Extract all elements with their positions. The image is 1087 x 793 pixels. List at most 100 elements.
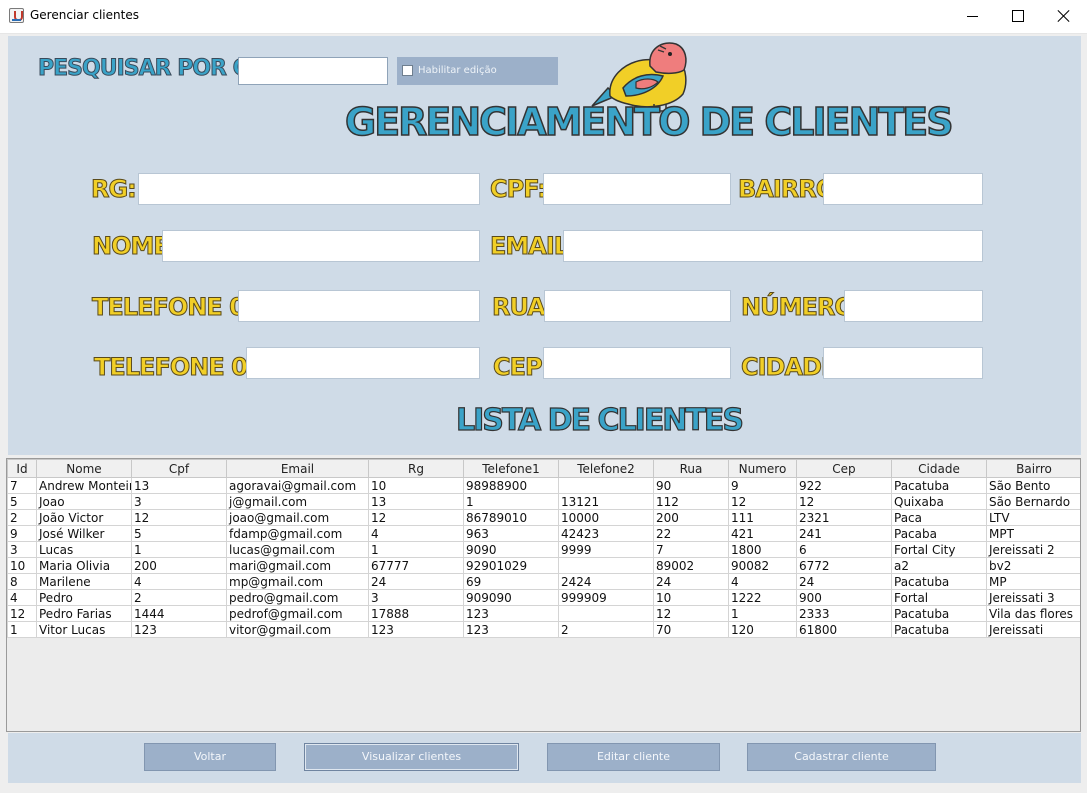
table-cell[interactable]: 123 bbox=[463, 605, 559, 622]
table-cell[interactable]: Pacatuba bbox=[891, 605, 987, 622]
table-cell[interactable]: 123 bbox=[131, 621, 227, 638]
table-cell[interactable]: 241 bbox=[796, 525, 892, 542]
table-cell[interactable]: 22 bbox=[653, 525, 729, 542]
table-cell[interactable]: 17888 bbox=[368, 605, 464, 622]
table-cell[interactable]: 9999 bbox=[558, 541, 654, 558]
table-cell[interactable]: 10 bbox=[653, 589, 729, 606]
table-cell[interactable]: Jereissati 2 bbox=[986, 541, 1080, 558]
column-header[interactable]: Cidade bbox=[891, 459, 987, 478]
table-cell[interactable]: 3 bbox=[7, 541, 37, 558]
table-cell[interactable]: 12 bbox=[7, 605, 37, 622]
table-cell[interactable]: 6 bbox=[796, 541, 892, 558]
table-cell[interactable]: 922 bbox=[796, 477, 892, 494]
table-cell[interactable]: Vila das flores bbox=[986, 605, 1080, 622]
table-cell[interactable]: bv2 bbox=[986, 557, 1080, 574]
table-cell[interactable]: Jereissati bbox=[986, 621, 1080, 638]
table-cell[interactable]: Vitor Lucas bbox=[36, 621, 132, 638]
table-cell[interactable]: Fortal bbox=[891, 589, 987, 606]
table-cell[interactable]: 7 bbox=[653, 541, 729, 558]
table-row[interactable]: 2 João Victor 12 joao@gmail.com 12 86789010 10… bbox=[7, 509, 1080, 526]
table-cell[interactable]: Joao bbox=[36, 493, 132, 510]
table-cell[interactable]: 1 bbox=[7, 621, 37, 638]
table-cell[interactable]: 10 bbox=[7, 557, 37, 574]
numero-field[interactable] bbox=[844, 290, 983, 322]
rua-field[interactable] bbox=[544, 290, 731, 322]
table-cell[interactable]: João Victor bbox=[36, 509, 132, 526]
table-cell[interactable]: 70 bbox=[653, 621, 729, 638]
table-cell[interactable]: 112 bbox=[653, 493, 729, 510]
table-cell[interactable]: 12 bbox=[653, 605, 729, 622]
table-cell[interactable]: 89002 bbox=[653, 557, 729, 574]
table-cell[interactable] bbox=[558, 557, 654, 574]
email-field[interactable] bbox=[563, 230, 983, 262]
table-cell[interactable]: 5 bbox=[131, 525, 227, 542]
table-cell[interactable]: 3 bbox=[368, 589, 464, 606]
table-cell[interactable]: 1 bbox=[368, 541, 464, 558]
column-header[interactable]: Nome bbox=[36, 459, 132, 478]
table-cell[interactable]: Pedro Farias bbox=[36, 605, 132, 622]
table-cell[interactable]: 10000 bbox=[558, 509, 654, 526]
table-cell[interactable]: Quixaba bbox=[891, 493, 987, 510]
table-cell[interactable]: 12 bbox=[728, 493, 797, 510]
table-cell[interactable]: 1 bbox=[463, 493, 559, 510]
table-cell[interactable]: 999909 bbox=[558, 589, 654, 606]
table-cell[interactable]: 13 bbox=[368, 493, 464, 510]
checkbox-box[interactable] bbox=[402, 65, 413, 76]
editar-cliente-button[interactable]: Editar cliente bbox=[547, 743, 720, 771]
table-row[interactable]: 12 Pedro Farias 1444 pedrof@gmail.com 17888 1… bbox=[7, 605, 1080, 622]
table-cell[interactable]: 4 bbox=[728, 573, 797, 590]
table-cell[interactable]: a2 bbox=[891, 557, 987, 574]
table-cell[interactable]: 92901029 bbox=[463, 557, 559, 574]
table-cell[interactable]: Pacatuba bbox=[891, 621, 987, 638]
table-cell[interactable]: fdamp@gmail.com bbox=[226, 525, 369, 542]
table-cell[interactable]: 9 bbox=[7, 525, 37, 542]
table-cell[interactable]: 5 bbox=[7, 493, 37, 510]
table-cell[interactable]: 24 bbox=[796, 573, 892, 590]
column-header[interactable]: Bairro bbox=[986, 459, 1080, 478]
search-cpf-input[interactable] bbox=[238, 57, 388, 85]
table-row[interactable]: 1 Vitor Lucas 123 vitor@gmail.com 123 123 2 70 1… bbox=[7, 621, 1080, 638]
table-cell[interactable]: 909090 bbox=[463, 589, 559, 606]
table-cell[interactable]: pedro@gmail.com bbox=[226, 589, 369, 606]
table-cell[interactable]: 4 bbox=[131, 573, 227, 590]
visualizar-clientes-button[interactable]: Visualizar clientes bbox=[304, 743, 519, 771]
table-cell[interactable]: 2321 bbox=[796, 509, 892, 526]
table-cell[interactable]: Lucas bbox=[36, 541, 132, 558]
cep-field[interactable] bbox=[543, 347, 731, 379]
column-header[interactable]: Cpf bbox=[131, 459, 227, 478]
table-cell[interactable]: 123 bbox=[463, 621, 559, 638]
column-header[interactable]: Cep bbox=[796, 459, 892, 478]
table-cell[interactable]: 7 bbox=[7, 477, 37, 494]
table-cell[interactable]: lucas@gmail.com bbox=[226, 541, 369, 558]
table-cell[interactable]: 13 bbox=[131, 477, 227, 494]
table-cell[interactable]: Pacatuba bbox=[891, 477, 987, 494]
column-header[interactable]: Email bbox=[226, 459, 369, 478]
table-cell[interactable]: 200 bbox=[131, 557, 227, 574]
telefone1-field[interactable] bbox=[238, 290, 480, 322]
table-cell[interactable]: 6772 bbox=[796, 557, 892, 574]
table-cell[interactable]: 120 bbox=[728, 621, 797, 638]
table-cell[interactable]: 9090 bbox=[463, 541, 559, 558]
table-cell[interactable]: 963 bbox=[463, 525, 559, 542]
table-cell[interactable]: 8 bbox=[7, 573, 37, 590]
table-cell[interactable]: 4 bbox=[368, 525, 464, 542]
table-row[interactable]: 3 Lucas 1 lucas@gmail.com 1 9090 9999 7 1800 6 For… bbox=[7, 541, 1080, 558]
rg-field[interactable] bbox=[138, 173, 480, 205]
table-cell[interactable]: mari@gmail.com bbox=[226, 557, 369, 574]
table-cell[interactable]: 1800 bbox=[728, 541, 797, 558]
table-cell[interactable]: 12 bbox=[796, 493, 892, 510]
table-cell[interactable]: 98988900 bbox=[463, 477, 559, 494]
nome-field[interactable] bbox=[162, 230, 480, 262]
telefone2-field[interactable] bbox=[246, 347, 480, 379]
table-cell[interactable]: 61800 bbox=[796, 621, 892, 638]
table-cell[interactable]: 13121 bbox=[558, 493, 654, 510]
table-row[interactable]: 7 Andrew Monteiro 13 agoravai@gmail.com 10 98… bbox=[7, 477, 1080, 494]
table-cell[interactable] bbox=[558, 477, 654, 494]
table-cell[interactable]: vitor@gmail.com bbox=[226, 621, 369, 638]
table-cell[interactable]: 2 bbox=[7, 509, 37, 526]
column-header[interactable]: Rua bbox=[653, 459, 729, 478]
table-cell[interactable]: j@gmail.com bbox=[226, 493, 369, 510]
table-cell[interactable]: 67777 bbox=[368, 557, 464, 574]
table-cell[interactable]: 123 bbox=[368, 621, 464, 638]
column-header[interactable]: Rg bbox=[368, 459, 464, 478]
